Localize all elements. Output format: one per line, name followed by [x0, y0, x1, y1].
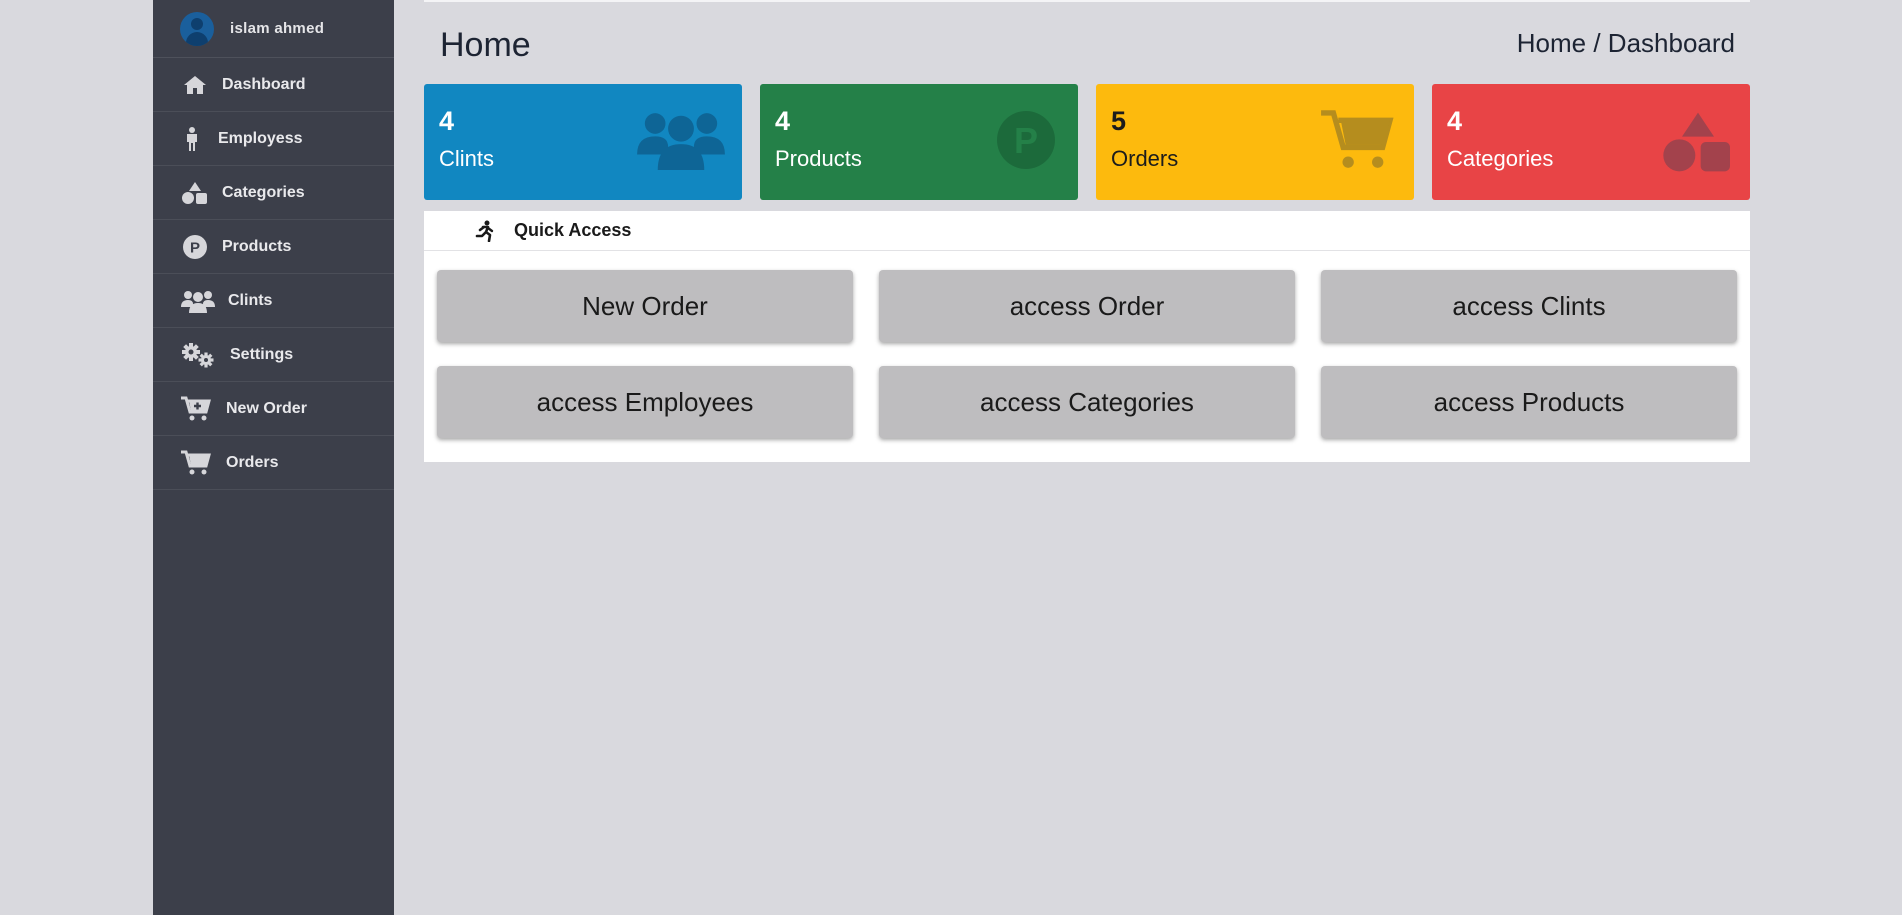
- quick-access-title: Quick Access: [514, 220, 632, 240]
- stat-label: Products: [775, 146, 862, 171]
- quick-access-grid: New Order access Order access Clints acc…: [424, 251, 1750, 438]
- sidebar-item-label: Orders: [226, 453, 279, 471]
- running-person-icon: [472, 218, 498, 244]
- access-order-button[interactable]: access Order: [879, 270, 1295, 342]
- svg-text:P: P: [1014, 120, 1038, 161]
- product-p-icon: P: [997, 111, 1055, 169]
- sidebar-item-label: Dashboard: [222, 75, 306, 93]
- stat-card-products[interactable]: 4 Products P: [760, 84, 1078, 200]
- access-products-button[interactable]: access Products: [1321, 366, 1737, 438]
- access-categories-button[interactable]: access Categories: [879, 366, 1295, 438]
- sidebar-item-settings[interactable]: Settings: [153, 328, 394, 382]
- stat-count: 4: [439, 106, 455, 136]
- sidebar-item-dashboard[interactable]: Dashboard: [153, 58, 394, 112]
- stat-count: 4: [1447, 106, 1463, 136]
- quick-access-header: Quick Access: [424, 211, 1750, 251]
- stat-count: 5: [1111, 106, 1127, 136]
- page-title: Home: [440, 26, 531, 64]
- main-content: Home Home / Dashboard 4 Clints 4 Product…: [424, 0, 1750, 462]
- product-p-icon: P: [180, 234, 210, 260]
- stat-card-clints[interactable]: 4 Clints: [424, 84, 742, 200]
- quick-access-panel: Quick Access New Order access Order acce…: [424, 211, 1750, 462]
- cart-plus-icon: [180, 396, 212, 422]
- access-clints-button[interactable]: access Clints: [1321, 270, 1737, 342]
- sidebar-item-products[interactable]: P Products: [153, 220, 394, 274]
- user-panel[interactable]: islam ahmed: [153, 0, 394, 58]
- page-header: Home Home / Dashboard: [424, 2, 1750, 84]
- shapes-icon: [1663, 112, 1730, 172]
- sidebar-item-label: Settings: [230, 345, 294, 363]
- new-order-button[interactable]: New Order: [437, 270, 853, 342]
- sidebar-item-clints[interactable]: Clints: [153, 274, 394, 328]
- sidebar: islam ahmed Dashboard Employess Categori…: [153, 0, 394, 915]
- person-icon: [180, 126, 204, 152]
- sidebar-item-label: Categories: [222, 183, 305, 201]
- sidebar-item-orders[interactable]: Orders: [153, 436, 394, 490]
- user-name: islam ahmed: [230, 20, 325, 37]
- stat-card-categories[interactable]: 4 Categories: [1432, 84, 1750, 200]
- sidebar-item-new-order[interactable]: New Order: [153, 382, 394, 436]
- sidebar-item-label: New Order: [226, 399, 307, 417]
- avatar-icon: [180, 11, 214, 46]
- cart-icon: [1321, 110, 1394, 168]
- users-icon: [637, 113, 725, 170]
- stat-label: Categories: [1447, 146, 1554, 171]
- shapes-icon: [180, 180, 210, 206]
- cart-icon: [180, 450, 212, 476]
- stat-label: Clints: [439, 146, 495, 171]
- stat-cards: 4 Clints 4 Products P 5 Orders 4 Categor…: [424, 84, 1750, 200]
- access-employees-button[interactable]: access Employees: [437, 366, 853, 438]
- gears-icon: [180, 342, 216, 368]
- users-icon: [180, 288, 216, 314]
- breadcrumb: Home / Dashboard: [1516, 28, 1735, 58]
- stat-card-orders[interactable]: 5 Orders: [1096, 84, 1414, 200]
- stat-label: Orders: [1111, 146, 1179, 171]
- home-icon: [180, 72, 210, 98]
- sidebar-item-categories[interactable]: Categories: [153, 166, 394, 220]
- sidebar-item-label: Clints: [228, 291, 273, 309]
- sidebar-item-label: Employess: [218, 129, 303, 147]
- sidebar-item-employees[interactable]: Employess: [153, 112, 394, 166]
- sidebar-item-label: Products: [222, 237, 292, 255]
- stat-count: 4: [775, 106, 791, 136]
- svg-text:P: P: [190, 239, 200, 256]
